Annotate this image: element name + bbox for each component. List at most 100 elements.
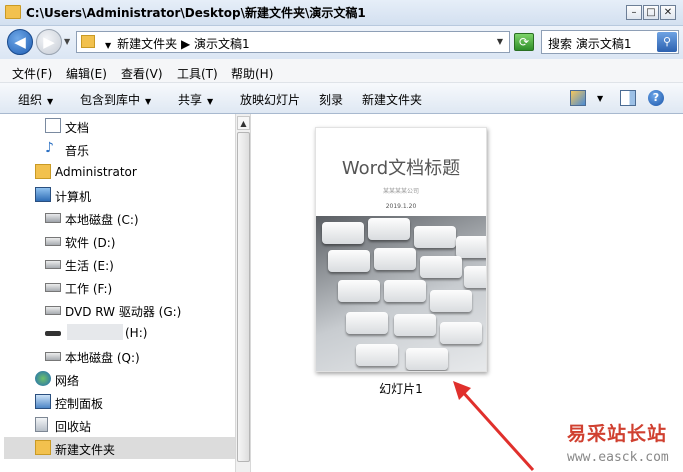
- breadcrumb-path[interactable]: 新建文件夹 ▶ 演示文稿1: [117, 37, 250, 51]
- breadcrumb[interactable]: ▼ 新建文件夹 ▶ 演示文稿1: [105, 35, 250, 52]
- menu-bar: 文件(F) 编辑(E) 查看(V) 工具(T) 帮助(H): [0, 59, 683, 83]
- include-library-label: 包含到库中: [80, 93, 141, 107]
- recent-pages-dropdown[interactable]: ▼: [64, 37, 70, 46]
- nav-item-recycle-bin[interactable]: 回收站: [35, 414, 235, 436]
- control-panel-icon: [35, 394, 51, 409]
- folder-icon: [81, 35, 95, 48]
- nav-item-drive-g[interactable]: DVD RW 驱动器 (G:): [45, 299, 235, 321]
- nav-item-label: 计算机: [55, 190, 92, 204]
- address-field[interactable]: ▼ 新建文件夹 ▶ 演示文稿1 ▼: [76, 31, 510, 53]
- help-icon[interactable]: ?: [648, 90, 664, 106]
- refresh-button[interactable]: ⟳: [514, 33, 534, 51]
- nav-item-label: 本地磁盘 (Q:): [65, 351, 140, 365]
- share-button[interactable]: 共享 ▼: [178, 91, 213, 108]
- system-drive-icon: [45, 213, 61, 223]
- file-thumbnail[interactable]: Word文档标题 某某某某公司 2019.1.20: [315, 127, 487, 372]
- removable-drive-icon: [45, 331, 61, 336]
- nav-item-label: 工作 (F:): [65, 282, 113, 296]
- nav-item-drive-d[interactable]: 软件 (D:): [45, 230, 235, 252]
- keyboard-key: [374, 248, 416, 270]
- nav-item-label: 网络: [55, 374, 80, 388]
- forward-button[interactable]: ▶: [36, 29, 62, 55]
- nav-item-control-panel[interactable]: 控制面板: [35, 391, 235, 413]
- menu-file[interactable]: 文件(F): [12, 65, 52, 82]
- menu-view[interactable]: 查看(V): [121, 65, 163, 82]
- nav-item-drive-q[interactable]: 本地磁盘 (Q:): [45, 345, 235, 367]
- nav-item-label: (H:): [125, 326, 148, 340]
- maximize-button[interactable]: □: [643, 5, 659, 20]
- burn-button[interactable]: 刻录: [319, 91, 343, 108]
- watermark-title: 易采站长站: [567, 423, 668, 445]
- nav-item-documents[interactable]: 文档: [45, 115, 235, 137]
- nav-item-label: 文档: [65, 121, 90, 135]
- organize-label: 组织: [18, 93, 43, 107]
- recycle-bin-icon: [35, 417, 48, 432]
- menu-tools[interactable]: 工具(T): [177, 65, 218, 82]
- change-view-icon[interactable]: [570, 90, 586, 106]
- annotation-arrow: [453, 381, 535, 472]
- menu-edit[interactable]: 编辑(E): [66, 65, 107, 82]
- nav-item-drive-c[interactable]: 本地磁盘 (C:): [45, 207, 235, 229]
- nav-item-label: 软件 (D:): [65, 236, 116, 250]
- network-icon: [35, 371, 51, 386]
- keyboard-key: [456, 236, 486, 258]
- nav-item-label: 回收站: [55, 420, 92, 434]
- redacted-volume-label: [67, 324, 123, 340]
- drive-icon: [45, 260, 61, 269]
- minimize-button[interactable]: –: [626, 5, 642, 20]
- share-label: 共享: [178, 93, 203, 107]
- nav-item-music[interactable]: ♪ 音乐: [45, 138, 235, 160]
- keyboard-image: [316, 216, 486, 371]
- scroll-up-button[interactable]: ▲: [237, 116, 250, 130]
- nav-item-drive-e[interactable]: 生活 (E:): [45, 253, 235, 275]
- nav-item-drive-h[interactable]: (H:): [45, 322, 235, 344]
- nav-item-computer[interactable]: 计算机: [35, 184, 235, 206]
- search-input[interactable]: 搜索 演示文稿1 ⚲: [541, 30, 679, 54]
- arrow-shaft: [459, 388, 535, 472]
- dvd-drive-icon: [45, 306, 61, 315]
- keyboard-key: [368, 218, 410, 240]
- nav-item-label: DVD RW 驱动器 (G:): [65, 305, 182, 319]
- nav-item-network[interactable]: 网络: [35, 368, 235, 390]
- keyboard-key: [414, 226, 456, 248]
- menu-help[interactable]: 帮助(H): [231, 65, 273, 82]
- folder-icon: [35, 440, 51, 455]
- thumbnail-title: Word文档标题: [341, 158, 461, 179]
- keyboard-key: [430, 290, 472, 312]
- navigation-pane: 文档 ♪ 音乐 Administrator 计算机 本地磁盘 (C:) 软件 (…: [0, 114, 235, 472]
- new-folder-button[interactable]: 新建文件夹: [362, 91, 422, 108]
- close-button[interactable]: ✕: [660, 5, 676, 20]
- thumbnail-date: 2019.1.20: [385, 203, 417, 210]
- nav-item-label: 新建文件夹: [55, 443, 116, 457]
- organize-button[interactable]: 组织 ▼: [18, 91, 53, 108]
- document-icon: [45, 118, 61, 133]
- music-icon: ♪: [45, 140, 54, 156]
- keyboard-key: [406, 348, 448, 370]
- nav-item-administrator[interactable]: Administrator: [35, 161, 235, 183]
- keyboard-key: [384, 280, 426, 302]
- keyboard-key: [394, 314, 436, 336]
- nav-item-label: Administrator: [55, 165, 137, 179]
- command-bar: 组织 ▼ 包含到库中 ▼ 共享 ▼ 放映幻灯片 刻录 新建文件夹 ▼ ?: [0, 83, 683, 114]
- nav-item-new-folder[interactable]: 新建文件夹: [4, 437, 235, 459]
- view-options-dropdown[interactable]: ▼: [597, 94, 603, 103]
- drive-icon: [45, 283, 61, 292]
- drive-icon: [45, 237, 61, 246]
- address-dropdown-icon[interactable]: ▼: [497, 37, 503, 46]
- preview-pane-icon[interactable]: [620, 90, 636, 106]
- nav-item-label: 生活 (E:): [65, 259, 114, 273]
- nav-item-label: 本地磁盘 (C:): [65, 213, 139, 227]
- scroll-thumb[interactable]: [237, 132, 250, 462]
- search-placeholder: 搜索 演示文稿1: [548, 37, 632, 51]
- computer-icon: [35, 187, 51, 202]
- keyboard-key: [464, 266, 486, 288]
- keyboard-key: [440, 322, 482, 344]
- nav-item-drive-f[interactable]: 工作 (F:): [45, 276, 235, 298]
- slideshow-button[interactable]: 放映幻灯片: [240, 91, 300, 108]
- back-button[interactable]: ◀: [7, 29, 33, 55]
- watermark-url: www.easck.com: [567, 450, 669, 465]
- nav-item-label: 音乐: [65, 144, 90, 158]
- nav-scrollbar[interactable]: ▲: [235, 114, 251, 472]
- search-icon[interactable]: ⚲: [657, 32, 677, 52]
- include-library-button[interactable]: 包含到库中 ▼: [80, 91, 151, 108]
